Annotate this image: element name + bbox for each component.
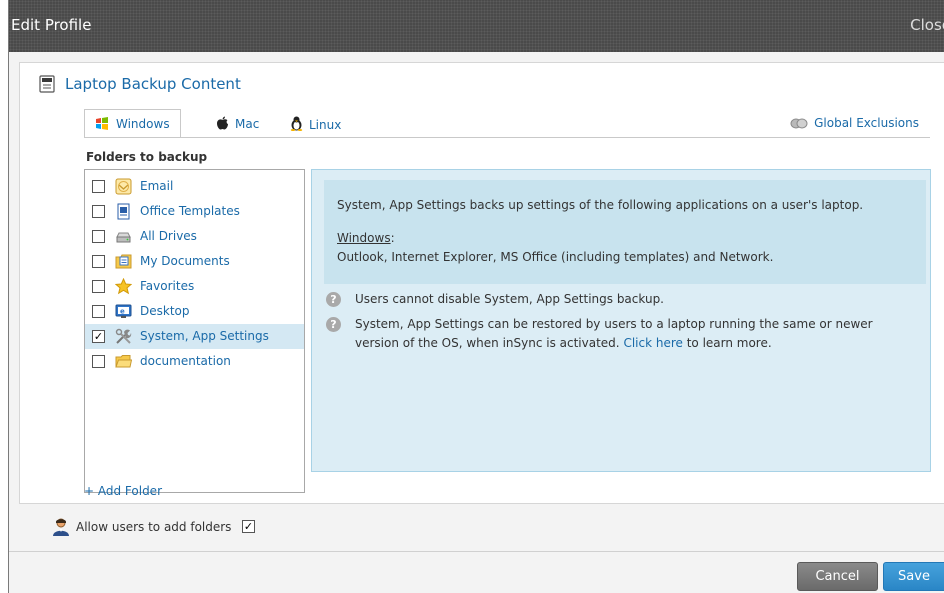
- tab-windows[interactable]: Windows: [84, 109, 181, 138]
- dialog-titlebar: Edit Profile Close: [9, 0, 944, 52]
- windows-heading-row: Windows:: [337, 229, 926, 248]
- dialog-title: Edit Profile: [11, 16, 92, 34]
- windows-apps: Outlook, Internet Explorer, MS Office (i…: [337, 250, 774, 264]
- tab-mac[interactable]: Mac: [206, 109, 269, 138]
- folder-checkbox-checked[interactable]: ✓: [92, 330, 105, 343]
- folder-label: Favorites: [140, 279, 195, 293]
- svg-text:e: e: [120, 308, 125, 316]
- folders-list: Email Office Templates All Drives My Doc…: [84, 169, 305, 493]
- global-exclusions-link[interactable]: Global Exclusions: [790, 116, 919, 130]
- background-edge: [0, 0, 8, 593]
- exclusions-icon: [790, 118, 808, 129]
- folder-item-system-app-settings[interactable]: ✓ System, App Settings: [85, 324, 304, 349]
- click-here-link[interactable]: Click here: [623, 336, 682, 350]
- folder-item-documentation[interactable]: documentation: [85, 349, 304, 374]
- folder-label: Office Templates: [140, 204, 240, 218]
- folder-label: Desktop: [140, 304, 190, 318]
- windows-heading-colon: :: [390, 231, 395, 245]
- folder-icon: [115, 355, 132, 368]
- windows-icon: [96, 117, 108, 130]
- apple-icon: [217, 116, 228, 130]
- linux-penguin-icon: [290, 116, 303, 131]
- note-text: System, App Settings can be restored by …: [355, 315, 896, 353]
- note-restore-suffix: to learn more.: [682, 336, 772, 350]
- backup-content-panel: Laptop Backup Content Windows Mac Linux …: [19, 62, 944, 504]
- help-icon: ?: [326, 292, 341, 307]
- section-title: Laptop Backup Content: [65, 75, 241, 93]
- save-button[interactable]: Save: [883, 562, 944, 591]
- desktop-icon: e: [115, 304, 132, 318]
- document-icon: [39, 75, 55, 93]
- folder-checkbox[interactable]: [92, 280, 105, 293]
- note-restore-prefix: System, App Settings can be restored by …: [355, 317, 873, 350]
- allow-users-checkbox[interactable]: ✓: [242, 520, 255, 533]
- tab-mac-label: Mac: [235, 117, 260, 131]
- folder-item-favorites[interactable]: Favorites: [85, 274, 304, 299]
- edit-profile-dialog: Edit Profile Close Laptop Backup Content…: [8, 0, 944, 593]
- user-icon: [53, 518, 69, 536]
- folder-item-desktop[interactable]: e Desktop: [85, 299, 304, 324]
- global-exclusions-label: Global Exclusions: [814, 116, 919, 130]
- documents-icon: [115, 254, 132, 269]
- folder-label: All Drives: [140, 229, 197, 243]
- windows-heading: Windows: [337, 231, 391, 245]
- folder-item-my-documents[interactable]: My Documents: [85, 249, 304, 274]
- allow-users-label: Allow users to add folders: [76, 520, 232, 534]
- add-folder-link[interactable]: + Add Folder: [84, 484, 162, 498]
- star-icon: [115, 278, 132, 295]
- folder-item-all-drives[interactable]: All Drives: [85, 224, 304, 249]
- drive-icon: [116, 232, 131, 243]
- folder-label: Email: [140, 179, 174, 193]
- note-text: Users cannot disable System, App Setting…: [355, 292, 664, 306]
- tools-icon: [115, 328, 132, 344]
- folder-label: System, App Settings: [140, 329, 269, 343]
- tab-linux-label: Linux: [309, 118, 342, 132]
- folders-heading: Folders to backup: [86, 150, 208, 164]
- folder-label: documentation: [140, 354, 231, 368]
- help-icon: ?: [326, 317, 341, 332]
- info-panel: System, App Settings backs up settings o…: [311, 169, 931, 472]
- note-cannot-disable: ? Users cannot disable System, App Setti…: [326, 290, 896, 309]
- folder-checkbox[interactable]: [92, 355, 105, 368]
- info-description: System, App Settings backs up settings o…: [337, 198, 864, 212]
- tab-windows-label: Windows: [116, 117, 170, 131]
- footer-divider: [9, 551, 944, 552]
- tab-divider: [84, 137, 930, 138]
- folder-item-email[interactable]: Email: [85, 174, 304, 199]
- info-description-box: System, App Settings backs up settings o…: [324, 180, 926, 284]
- folder-label: My Documents: [140, 254, 230, 268]
- tab-linux[interactable]: Linux: [280, 109, 351, 138]
- note-restore: ? System, App Settings can be restored b…: [326, 315, 896, 353]
- cancel-button[interactable]: Cancel: [797, 562, 878, 591]
- email-icon: [115, 178, 132, 195]
- office-templates-icon: [117, 203, 130, 220]
- folder-checkbox[interactable]: [92, 205, 105, 218]
- folder-item-office-templates[interactable]: Office Templates: [85, 199, 304, 224]
- folder-checkbox[interactable]: [92, 180, 105, 193]
- folder-checkbox[interactable]: [92, 255, 105, 268]
- folder-checkbox[interactable]: [92, 305, 105, 318]
- close-button[interactable]: Close: [910, 16, 944, 34]
- folder-checkbox[interactable]: [92, 230, 105, 243]
